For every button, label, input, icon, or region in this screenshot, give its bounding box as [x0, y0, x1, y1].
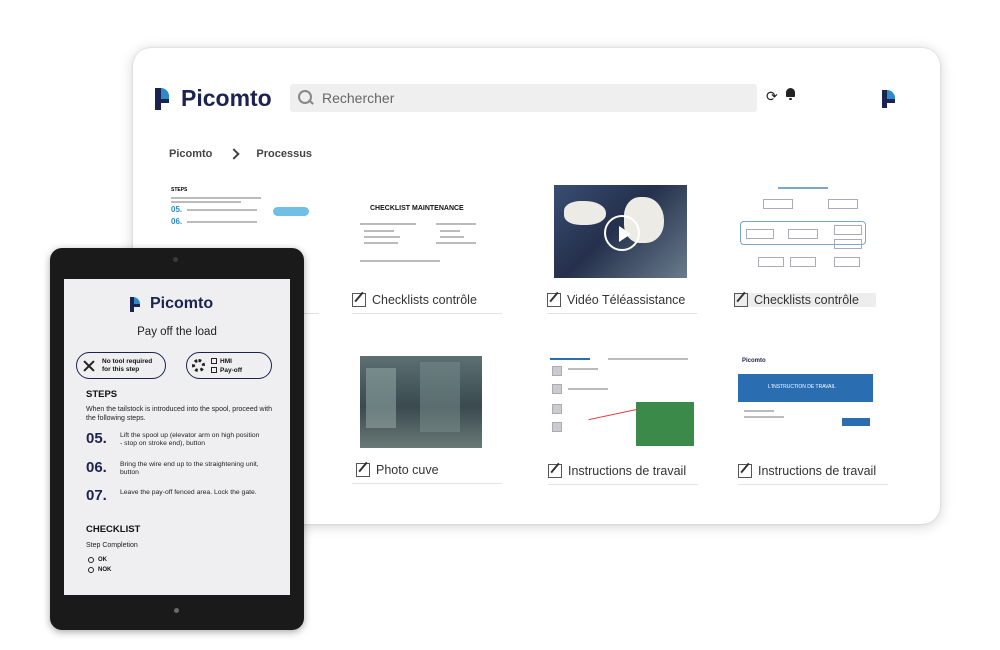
edit-document-icon [548, 464, 562, 478]
search-input[interactable]: Rechercher [290, 84, 757, 112]
step-item: 05. Lift the spool up (elevator arm on h… [86, 430, 260, 448]
radio-nok[interactable]: NOK [88, 567, 111, 573]
radio-ok[interactable]: OK [88, 557, 107, 563]
picomto-logo-icon[interactable] [882, 90, 900, 108]
checklist-subtitle: Step Completion [86, 542, 138, 549]
radio-icon [88, 567, 94, 573]
tablet-app-logo: Picomto [130, 295, 213, 313]
step-title: Pay off the load [137, 326, 217, 338]
marketing-composition: Picomto Rechercher ⟳ Picomto Processus S… [0, 0, 1000, 650]
card-title: Checklists contrôle [372, 293, 477, 307]
step-text: Leave the pay-off fenced area. Lock the … [120, 489, 257, 496]
breadcrumb-item-home[interactable]: Picomto [169, 148, 212, 160]
pill-text: No tool required [102, 357, 153, 365]
search-placeholder: Rechercher [322, 90, 395, 106]
card-title: Vidéo Téléassistance [567, 293, 686, 307]
tablet-screen: Picomto Pay off the load No tool require… [64, 279, 290, 595]
home-button[interactable] [174, 608, 179, 613]
card-label: Instructions de travail [548, 464, 698, 478]
edit-document-icon [356, 463, 370, 477]
checklist-heading: CHECKLIST [86, 524, 141, 535]
card-title: Instructions de travail [758, 464, 877, 478]
equipment-item: Pay-off [220, 366, 243, 374]
thumb-step-number: 06. [171, 217, 183, 226]
thumb-brand: Picomto [742, 358, 766, 364]
edit-document-icon [547, 293, 561, 307]
card-thumbnail [554, 185, 687, 278]
play-icon[interactable] [604, 215, 640, 251]
card-title: Instructions de travail [568, 464, 687, 478]
tablet-device: Picomto Pay off the load No tool require… [50, 248, 304, 630]
card-label: Checklists contrôle [352, 293, 502, 307]
breadcrumb-item-processus[interactable]: Processus [256, 148, 312, 160]
breadcrumb: Picomto Processus [169, 148, 312, 160]
radio-icon [88, 557, 94, 563]
gear-icon [192, 359, 205, 372]
search-icon [298, 90, 314, 106]
card-label: Checklists contrôle [734, 293, 876, 307]
edit-document-icon [734, 293, 748, 307]
step-item: 07. Leave the pay-off fenced area. Lock … [86, 487, 260, 504]
card-thumbnail [360, 356, 482, 448]
brand-name: Picomto [181, 85, 272, 111]
steps-heading: STEPS [86, 389, 118, 400]
card-title: Photo cuve [376, 463, 439, 477]
picomto-logo-icon [130, 296, 144, 312]
checkbox-icon [211, 358, 217, 364]
card-label: Instructions de travail [738, 464, 888, 478]
step-item: 06. Bring the wire end up to the straigh… [86, 459, 260, 477]
camera-icon [173, 257, 178, 262]
refresh-icon[interactable]: ⟳ [766, 88, 778, 105]
picomto-logo-icon [155, 87, 175, 110]
radio-label: NOK [98, 567, 112, 573]
step-number: 06. [86, 459, 107, 476]
thumb-heading: STEPS [171, 187, 188, 193]
steps-intro: When the tailstock is introduced into th… [86, 406, 272, 422]
card-label: Photo cuve [356, 463, 506, 477]
thumb-step-number: 05. [171, 205, 183, 214]
edit-document-icon [738, 464, 752, 478]
card-thumbnail [738, 185, 868, 280]
app-logo[interactable]: Picomto [155, 85, 272, 112]
card-title: Checklists contrôle [754, 293, 859, 307]
equipment-pill: HMI Pay-off [186, 352, 272, 379]
edit-document-icon [352, 293, 366, 307]
card-label: Vidéo Téléassistance [547, 293, 697, 307]
tool-requirement-pill: No tool required for this step [76, 352, 166, 379]
thumb-heading: L'INSTRUCTION DE TRAVAIL [768, 384, 836, 390]
card-thumbnail: Picomto L'INSTRUCTION DE TRAVAIL [738, 356, 878, 448]
checkbox-icon [211, 367, 217, 373]
step-number: 05. [86, 430, 107, 447]
pill-text: for this step [102, 365, 140, 373]
equipment-item: HMI [220, 357, 232, 365]
chevron-right-icon [228, 148, 241, 160]
step-text: Bring the wire end up to the straighteni… [120, 461, 259, 476]
card-thumbnail [548, 356, 698, 448]
radio-label: OK [98, 557, 107, 563]
step-text: Lift the spool up (elevator arm on high … [120, 432, 260, 447]
tools-icon [82, 359, 96, 373]
bell-icon[interactable] [785, 88, 796, 100]
thumb-heading: CHECKLIST MAINTENANCE [370, 205, 464, 212]
step-number: 07. [86, 487, 107, 504]
brand-name: Picomto [150, 295, 214, 312]
card-thumbnail: CHECKLIST MAINTENANCE [352, 185, 502, 280]
